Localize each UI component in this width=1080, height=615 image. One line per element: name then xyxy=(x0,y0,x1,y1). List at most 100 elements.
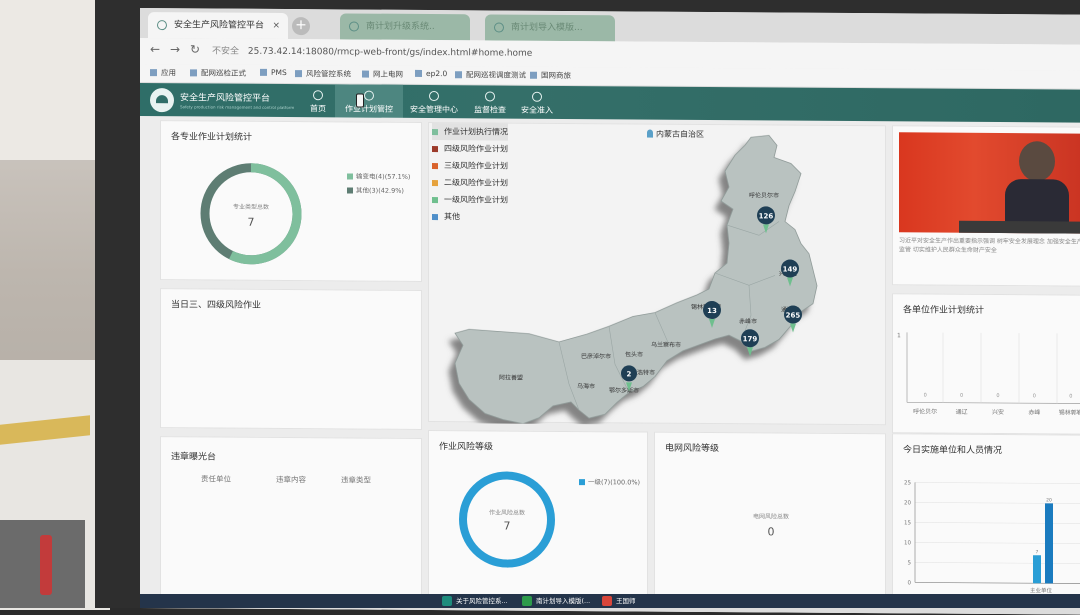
bookmark[interactable]: 配网巡视调度测试 xyxy=(455,69,526,80)
panel-violations: 违章曝光台 责任单位 违章内容 违章类型 xyxy=(160,436,422,598)
menu-safety-center[interactable]: 安全管理中心 xyxy=(402,85,466,119)
donut-center-label: 作业风险总数 xyxy=(488,509,525,517)
grid-line xyxy=(915,482,1080,484)
shield-icon xyxy=(532,91,542,102)
close-tab-icon[interactable]: × xyxy=(272,13,280,39)
url-field[interactable]: 不安全 25.73.42.14:18080/rmcp-web-front/gs/… xyxy=(212,43,1060,67)
plan-donut-chart xyxy=(200,163,302,265)
taskbar-item[interactable]: 南计划导入模版(... xyxy=(520,595,590,607)
menu-safety-access[interactable]: 安全准入 xyxy=(507,86,567,120)
browser-tab-active[interactable]: 安全生产风险管控平台 × xyxy=(148,12,288,40)
bookmark[interactable]: PMS xyxy=(260,68,287,77)
bookmark[interactable]: ep2.0 xyxy=(415,69,447,78)
legend-item[interactable]: 其他(3)(42.9%) xyxy=(347,184,410,195)
news-caption: 习近平对安全生产作出重要指示强调 树牢安全发展理念 加强安全生产监管 切实维护人… xyxy=(899,237,1080,254)
y-tick-label: 25 xyxy=(904,480,911,486)
dashboard-content: 各专业作业计划统计 专业类型总数 7 输变电(4)(57.1%) 其他(3)(4… xyxy=(140,116,1080,615)
globe-icon xyxy=(295,70,302,78)
legend-item[interactable]: 一级(7)(100.0%) xyxy=(579,476,640,486)
reload-icon[interactable]: ↻ xyxy=(190,42,200,56)
x-tick-label: 兴安 xyxy=(991,408,1004,417)
page-icon xyxy=(530,71,537,79)
panel-plan-stats: 各专业作业计划统计 专业类型总数 7 输变电(4)(57.1%) 其他(3)(4… xyxy=(160,120,422,282)
svg-text:126: 126 xyxy=(759,212,774,220)
taskbar: 关于风险管控系... 南计划导入模版(... 王国师 xyxy=(140,594,1080,608)
bookmark[interactable]: 网上电网 xyxy=(362,69,403,80)
bookmark[interactable]: 风险管控系统 xyxy=(295,68,351,79)
insecure-label: 不安全 xyxy=(212,46,240,57)
monitor-screen: 安全生产风险管控平台 × + 南计划升级系统.. 南计划导入模版... ← → … xyxy=(140,8,1080,615)
bookmark-apps[interactable]: 应用 xyxy=(150,67,176,78)
spreadsheet-icon xyxy=(522,596,532,606)
page-icon xyxy=(494,22,504,33)
x-tick-label: 呼伦贝尔 xyxy=(913,408,938,416)
panel-title: 违章曝光台 xyxy=(171,452,217,463)
city-label: 乌海市 xyxy=(577,382,595,390)
url-text: 25.73.42.14:18080/rmcp-web-front/gs/inde… xyxy=(247,46,533,59)
column-header: 违章类型 xyxy=(341,475,371,485)
legend-swatch xyxy=(579,479,585,486)
globe-icon xyxy=(260,68,267,76)
x-tick-label: 赤峰 xyxy=(1028,409,1041,417)
svg-text:179: 179 xyxy=(743,335,758,343)
panel-news[interactable]: 习近平对安全生产作出重要指示强调 树牢安全发展理念 加强安全生产监管 切实维护人… xyxy=(892,125,1080,287)
tab-label: 南计划导入模版... xyxy=(511,22,583,34)
panel-title: 当日三、四级风险作业 xyxy=(171,300,262,311)
x-tick-label: 锡林郭勒 xyxy=(1058,409,1080,417)
bookmark[interactable]: 配网巡检正式 xyxy=(190,67,246,78)
city-label: 阿拉善盟 xyxy=(499,374,523,382)
panel-work-risk: 作业风险等级 作业风险总数 7 一级(7)(100.0%) xyxy=(428,430,648,600)
background-cloth xyxy=(0,0,97,160)
page-icon xyxy=(349,21,359,32)
bar-value-label: 0 xyxy=(960,392,964,399)
y-tick-label: 15 xyxy=(904,520,911,526)
check-icon xyxy=(485,91,495,102)
tab-label: 南计划升级系统.. xyxy=(366,21,435,33)
grid-line xyxy=(915,562,1080,564)
svg-text:149: 149 xyxy=(783,265,798,273)
panel-today-risk: 当日三、四级风险作业 xyxy=(160,288,422,430)
map-marker[interactable]: 179 xyxy=(741,329,759,357)
bar-data-label: 20 xyxy=(1046,497,1052,503)
forward-icon[interactable]: → xyxy=(170,42,180,56)
inner-mongolia-map[interactable]: 呼伦贝尔市 兴安盟 锡林郭勒盟 通辽市 赤峰市 鄂尔多斯市 阿拉善盟 巴彦淖尔市… xyxy=(429,123,887,426)
donut-center-label: 专业类型总数 xyxy=(232,203,269,211)
city-label: 赤峰市 xyxy=(739,317,757,325)
donut-center-value: 7 xyxy=(503,519,511,533)
svg-text:265: 265 xyxy=(786,312,801,320)
y-tick-label: 20 xyxy=(904,500,911,506)
taskbar-item[interactable]: 关于风险管控系... xyxy=(440,595,508,607)
news-photo[interactable] xyxy=(899,132,1080,234)
back-icon[interactable]: ← xyxy=(150,42,160,56)
bar-value-label: 0 xyxy=(996,392,1000,400)
donut-legend: 输变电(4)(57.1%) 其他(3)(42.9%) xyxy=(347,170,410,198)
legend-item[interactable]: 输变电(4)(57.1%) xyxy=(347,170,410,181)
map-region-shape[interactable] xyxy=(454,133,818,426)
panel-grid-risk: 电网风险等级 电网风险总数 0 xyxy=(654,431,886,602)
city-label: 包头市 xyxy=(625,350,643,358)
bookmark[interactable]: 国网商旅 xyxy=(530,70,571,81)
grid-risk-value: 0 xyxy=(767,525,775,539)
building-icon xyxy=(429,91,439,102)
browser-tab[interactable]: 南计划升级系统.. xyxy=(340,13,470,41)
menu-plan-control[interactable]: 作业计划管控 xyxy=(335,84,403,119)
svg-text:13: 13 xyxy=(707,307,717,315)
home-icon xyxy=(313,90,323,101)
bar-value-label: 0 xyxy=(1032,393,1036,400)
pen xyxy=(40,535,52,595)
panel-unit-stats: 各单位作业计划统计 1 呼伦贝尔 0 通辽 0 兴安 0 赤峰 0 锡林郭勒 0 xyxy=(892,293,1080,435)
city-label: 乌兰察布市 xyxy=(651,341,681,349)
city-label: 呼伦贝尔市 xyxy=(749,191,779,199)
clock-icon xyxy=(364,90,374,101)
browser-tab[interactable]: 南计划导入模版... xyxy=(485,14,615,42)
grid-line xyxy=(915,522,1080,524)
bar-value-label: 0 xyxy=(1069,393,1073,400)
legend-swatch xyxy=(347,187,353,194)
new-tab-button[interactable]: + xyxy=(292,17,310,36)
taskbar-item[interactable]: 王国师 xyxy=(600,595,636,607)
grid-risk-label: 电网风险总数 xyxy=(752,513,789,521)
app-subtitle: Safety production risk management and co… xyxy=(180,104,295,111)
apps-icon xyxy=(150,69,157,77)
panel-today-units: 今日实施单位和人员情况 0 5 10 15 20 25 7 20 主业单位 xyxy=(892,433,1080,603)
shield-icon xyxy=(157,20,167,31)
